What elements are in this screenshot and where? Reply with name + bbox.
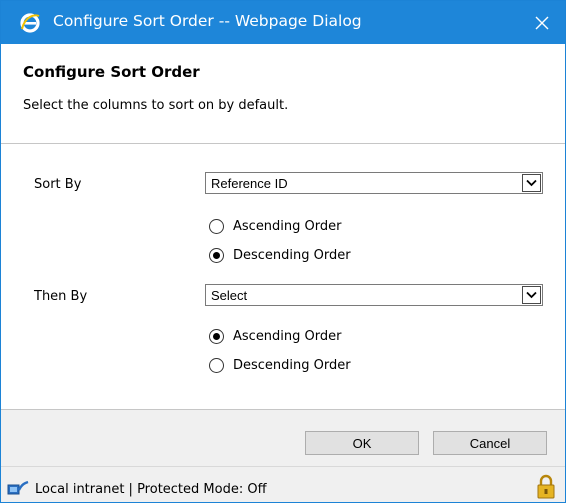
lock-icon [537,474,555,499]
status-text: Local intranet | Protected Mode: Off [35,482,267,497]
then-by-ascending-label[interactable]: Ascending Order [233,329,341,344]
sort-form: Sort By Reference ID Ascending Order Des… [1,144,565,410]
local-intranet-icon [7,480,29,495]
dialog-footer: OK Cancel [1,410,565,466]
then-by-descending-label[interactable]: Descending Order [233,358,351,373]
sort-by-label: Sort By [34,177,82,192]
sort-by-ascending-label[interactable]: Ascending Order [233,219,341,234]
close-button[interactable] [519,1,565,44]
then-by-dropdown-button[interactable] [522,286,541,304]
sort-by-select[interactable]: Reference ID [205,172,543,194]
chevron-down-icon [526,291,537,299]
sort-by-ascending-option[interactable]: Ascending Order [209,216,341,236]
internet-explorer-icon [20,13,40,33]
sort-by-selected-value: Reference ID [211,176,288,191]
sort-by-dropdown-button[interactable] [522,174,541,192]
sort-by-ascending-radio[interactable] [209,218,224,234]
header-title: Configure Sort Order [23,63,200,81]
ok-button[interactable]: OK [305,431,419,455]
status-bar: Local intranet | Protected Mode: Off [1,466,565,502]
window-title: Configure Sort Order -- Webpage Dialog [53,12,362,30]
chevron-down-icon [526,179,537,187]
then-by-select[interactable]: Select [205,284,543,306]
then-by-selected-value: Select [211,288,248,303]
then-by-label: Then By [34,289,88,304]
close-icon [535,16,549,29]
title-bar: Configure Sort Order -- Webpage Dialog [1,1,565,44]
dialog-header: Configure Sort Order Select the columns … [1,44,565,144]
sort-by-descending-option[interactable]: Descending Order [209,245,351,265]
then-by-descending-option[interactable]: Descending Order [209,355,351,375]
then-by-ascending-radio[interactable] [209,328,224,344]
header-subtitle: Select the columns to sort on by default… [23,98,289,113]
sort-by-descending-radio[interactable] [209,247,224,263]
cancel-button[interactable]: Cancel [433,431,547,455]
dialog-window: Configure Sort Order -- Webpage Dialog C… [0,0,566,503]
then-by-descending-radio[interactable] [209,357,224,373]
then-by-ascending-option[interactable]: Ascending Order [209,326,341,346]
sort-by-descending-label[interactable]: Descending Order [233,248,351,263]
